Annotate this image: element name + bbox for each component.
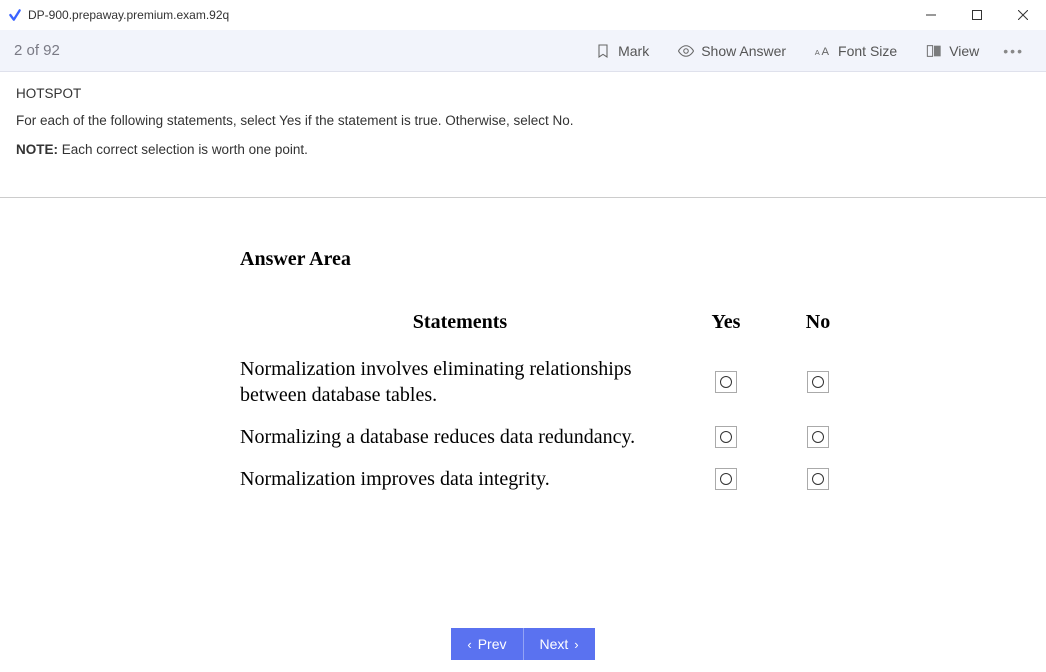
eye-icon [677, 42, 695, 60]
radio-no[interactable] [807, 426, 829, 448]
chevron-left-icon: ‹ [467, 637, 471, 652]
next-button[interactable]: Next › [524, 628, 595, 660]
question-instruction: For each of the following statements, se… [16, 113, 1030, 128]
radio-yes[interactable] [715, 468, 737, 490]
statement-text: Normalizing a database reduces data redu… [240, 424, 680, 450]
view-label: View [949, 43, 979, 59]
mark-label: Mark [618, 43, 649, 59]
answer-area: Answer Area Statements Yes No Normalizat… [0, 198, 1046, 548]
prev-label: Prev [478, 636, 507, 652]
font-size-label: Font Size [838, 43, 897, 59]
ellipsis-icon: ••• [1003, 43, 1024, 59]
circle-icon [812, 431, 824, 443]
prev-button[interactable]: ‹ Prev [451, 628, 523, 660]
view-layout-icon [925, 42, 943, 60]
svg-text:A: A [822, 45, 830, 57]
circle-icon [812, 473, 824, 485]
view-button[interactable]: View [915, 36, 989, 66]
show-answer-button[interactable]: Show Answer [667, 36, 796, 66]
circle-icon [812, 376, 824, 388]
table-row: Normalization improves data integrity. [240, 466, 864, 492]
window-close-button[interactable] [1000, 0, 1046, 30]
chevron-right-icon: › [574, 637, 578, 652]
circle-icon [720, 376, 732, 388]
col-header-statements: Statements [240, 311, 680, 340]
show-answer-label: Show Answer [701, 43, 786, 59]
window-title: DP-900.prepaway.premium.exam.92q [28, 8, 229, 22]
next-label: Next [540, 636, 569, 652]
bookmark-icon [594, 42, 612, 60]
circle-icon [720, 473, 732, 485]
table-row: Normalization involves eliminating relat… [240, 356, 864, 408]
more-options-button[interactable]: ••• [995, 39, 1032, 63]
toolbar: 2 of 92 Mark Show Answer AA Font Size Vi… [0, 30, 1046, 72]
window-titlebar: DP-900.prepaway.premium.exam.92q [0, 0, 1046, 30]
font-size-button[interactable]: AA Font Size [804, 36, 907, 66]
note-text: Each correct selection is worth one poin… [58, 142, 308, 157]
mark-button[interactable]: Mark [584, 36, 659, 66]
radio-yes[interactable] [715, 426, 737, 448]
statements-table: Statements Yes No Normalization involves… [240, 295, 864, 508]
window-minimize-button[interactable] [908, 0, 954, 30]
font-size-icon: AA [814, 42, 832, 60]
svg-text:A: A [815, 47, 820, 56]
statement-text: Normalization involves eliminating relat… [240, 356, 680, 408]
circle-icon [720, 431, 732, 443]
question-counter: 2 of 92 [14, 42, 60, 59]
answer-area-title: Answer Area [240, 248, 1026, 271]
app-logo-icon [8, 8, 22, 22]
question-panel: HOTSPOT For each of the following statem… [0, 72, 1046, 198]
col-header-no: No [772, 311, 864, 340]
table-row: Normalizing a database reduces data redu… [240, 424, 864, 450]
window-maximize-button[interactable] [954, 0, 1000, 30]
col-header-yes: Yes [680, 311, 772, 340]
radio-yes[interactable] [715, 371, 737, 393]
statement-text: Normalization improves data integrity. [240, 466, 680, 492]
radio-no[interactable] [807, 468, 829, 490]
footer-nav: ‹ Prev Next › [0, 628, 1046, 660]
question-type-label: HOTSPOT [16, 86, 1030, 101]
question-note: NOTE: Each correct selection is worth on… [16, 142, 1030, 157]
radio-no[interactable] [807, 371, 829, 393]
note-prefix: NOTE: [16, 142, 58, 157]
